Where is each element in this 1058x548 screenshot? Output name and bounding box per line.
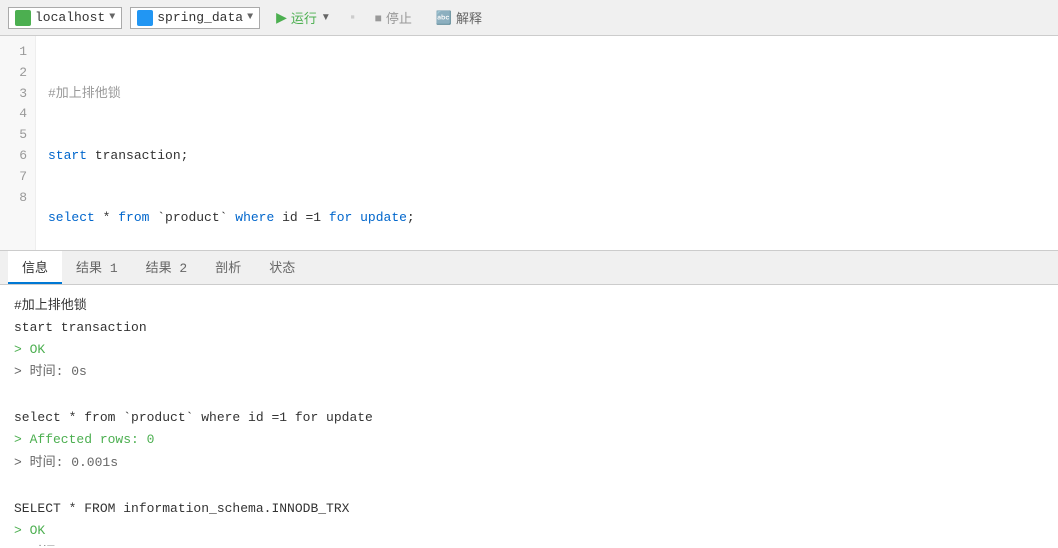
explain-icon: 🔤 (436, 10, 452, 26)
host-label: localhost (35, 10, 105, 25)
run-dropdown-arrow: ▼ (321, 12, 331, 23)
run-button[interactable]: ▶ 运行 ▼ (268, 6, 339, 29)
tab-info[interactable]: 信息 (8, 251, 62, 284)
output-section-3: SELECT * FROM information_schema.INNODB_… (14, 498, 1044, 546)
output-time-1: > 时间: 0s (14, 361, 1044, 383)
output-blank-2 (14, 488, 1044, 498)
host-icon (15, 10, 31, 26)
tab-status[interactable]: 状态 (255, 251, 309, 284)
tab-result2[interactable]: 结果 2 (132, 251, 202, 284)
database-dropdown[interactable]: spring_data ▼ (130, 7, 260, 29)
line-numbers: 1 2 3 4 5 6 7 8 (0, 36, 36, 250)
output-sql-2: select * from `product` where id =1 for … (14, 407, 1044, 429)
explain-button[interactable]: 🔤 解释 (428, 6, 490, 29)
output-sql-1: #加上排他锁 (14, 295, 1044, 317)
output-ok-2: > Affected rows: 0 (14, 429, 1044, 451)
output-blank-1 (14, 397, 1044, 407)
tab-profile[interactable]: 剖析 (201, 251, 255, 284)
run-label: 运行 (291, 8, 317, 27)
stop-label: 停止 (386, 8, 412, 27)
output-ok-1: > OK (14, 339, 1044, 361)
output-time-3: > 时间: 0s (14, 542, 1044, 546)
output-ok-3: > OK (14, 520, 1044, 542)
output-panel: #加上排他锁 start transaction > OK > 时间: 0s s… (0, 285, 1058, 546)
tab-result1[interactable]: 结果 1 (62, 251, 132, 284)
play-icon: ▶ (276, 9, 287, 26)
output-section-2: select * from `product` where id =1 for … (14, 407, 1044, 473)
stop-icon: ■ (375, 11, 382, 25)
output-time-2: > 时间: 0.001s (14, 452, 1044, 474)
sql-editor[interactable]: 1 2 3 4 5 6 7 8 #加上排他锁 start transaction… (0, 36, 1058, 251)
code-line-1: #加上排他锁 (48, 84, 1046, 105)
database-label: spring_data (157, 10, 243, 25)
host-dropdown[interactable]: localhost ▼ (8, 7, 122, 29)
code-line-3: select * from `product` where id =1 for … (48, 208, 1046, 229)
output-section-1: #加上排他锁 start transaction > OK > 时间: 0s (14, 295, 1044, 383)
db-dropdown-arrow: ▼ (247, 12, 253, 23)
explain-label: 解释 (456, 8, 482, 27)
stop-button[interactable]: ■ 停止 (367, 6, 420, 29)
host-dropdown-arrow: ▼ (109, 12, 115, 23)
output-sql-3: SELECT * FROM information_schema.INNODB_… (14, 498, 1044, 520)
output-sql-1b: start transaction (14, 317, 1044, 339)
toolbar-separator: ▪ (349, 10, 357, 25)
result-tabs: 信息 结果 1 结果 2 剖析 状态 (0, 251, 1058, 285)
code-line-2: start transaction; (48, 146, 1046, 167)
code-content[interactable]: #加上排他锁 start transaction; select * from … (36, 36, 1058, 250)
db-icon (137, 10, 153, 26)
toolbar: localhost ▼ spring_data ▼ ▶ 运行 ▼ ▪ ■ 停止 … (0, 0, 1058, 36)
